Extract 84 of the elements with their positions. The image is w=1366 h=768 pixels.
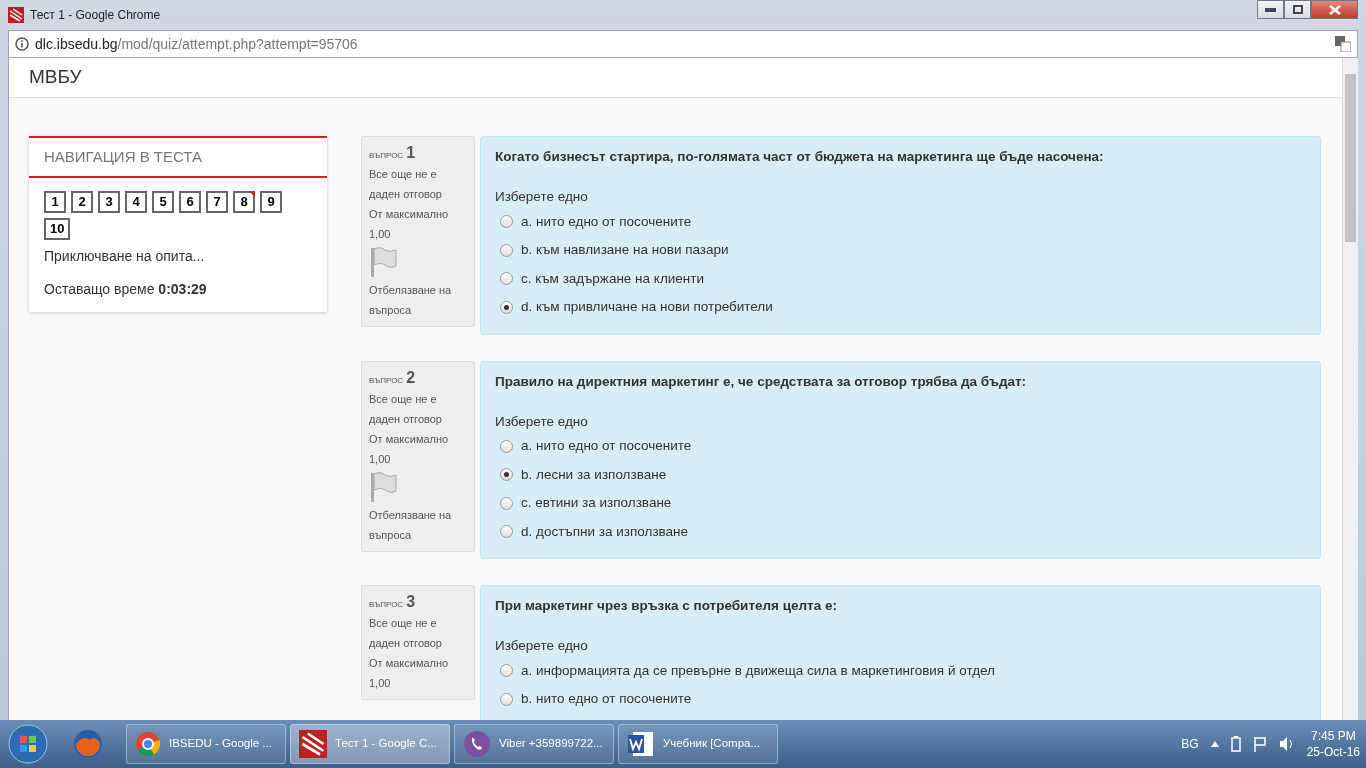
question-number-button[interactable]: 2	[71, 190, 93, 213]
question-number-button[interactable]: 7	[206, 190, 228, 213]
taskbar-label: IBSEDU - Google ...	[169, 736, 272, 752]
max-grade-value: 1,00	[369, 676, 392, 691]
question-number-button[interactable]: 10	[44, 217, 71, 240]
site-title[interactable]: МВБУ	[29, 63, 82, 92]
maximize-icon	[1292, 5, 1303, 14]
chrome-icon	[135, 731, 161, 757]
scrollbar[interactable]	[1342, 58, 1358, 720]
answer-option[interactable]: a. информацията да се превърне в движеща сила в маркетинговия й отдел	[521, 660, 995, 681]
answer-prompt: Изберете едно	[495, 412, 589, 431]
question-number-button[interactable]: 8	[233, 190, 255, 213]
language-indicator[interactable]: BG	[1181, 735, 1199, 753]
radio-button[interactable]	[500, 243, 513, 257]
radio-button[interactable]	[500, 525, 513, 539]
answer-option[interactable]: b. лесни за използване	[521, 464, 667, 485]
max-grade-value: 1,00	[369, 451, 392, 467]
max-grade-label: От максимално	[369, 431, 450, 447]
question-status: Все още не е даден отговор	[369, 616, 443, 651]
question-status: Все още не е даден отговор	[369, 167, 443, 202]
maximize-button[interactable]	[1284, 0, 1311, 19]
question-number: въпрос 3	[369, 592, 417, 612]
question-text: Правило на директния маркетинг е, че средствата за отговор трябва да бъдат:	[495, 372, 1028, 391]
answer-option[interactable]: a. нито едно от посочените	[521, 436, 692, 457]
radio-button[interactable]	[500, 468, 513, 482]
close-icon	[1328, 4, 1341, 15]
taskbar-button[interactable]: IBSEDU - Google ...	[126, 724, 286, 764]
time-left: Оставащо време 0:03:29	[44, 279, 208, 299]
answer-prompt: Изберете едно	[495, 188, 589, 207]
flag-question-link[interactable]: Отбелязване на въпроса	[369, 280, 467, 320]
max-grade-label: От максимално	[369, 656, 450, 671]
show-hidden-icon[interactable]	[1210, 741, 1219, 747]
question-number-button[interactable]: 5	[152, 190, 174, 213]
radio-button[interactable]	[500, 272, 513, 286]
question-text: При маркетинг чрез връзка с потребителя целта е:	[495, 597, 838, 615]
start-button[interactable]	[6, 722, 50, 766]
question-status: Все още не е даден отговор	[369, 391, 443, 427]
battery-icon[interactable]	[1230, 736, 1241, 752]
answer-option[interactable]: c. към задържане на клиенти	[521, 268, 704, 289]
answer-option[interactable]: d. към привличане на нови потребители	[521, 297, 773, 318]
question-text: Когато бизнесът стартира, по-голямата част от бюджета на маркетинга ще бъде насочена:	[495, 148, 1105, 166]
flag-icon[interactable]	[1252, 736, 1267, 752]
radio-button[interactable]	[500, 692, 513, 706]
panel-title: НАВИГАЦИЯ В ТЕСТА	[29, 138, 327, 178]
answer-option[interactable]: d. достъпни за използване	[521, 521, 689, 542]
speaker-icon[interactable]	[1278, 736, 1295, 752]
radio-button[interactable]	[500, 300, 513, 314]
info-icon[interactable]	[15, 37, 29, 51]
max-grade-value: 1,00	[369, 227, 392, 242]
question-number-button[interactable]: 6	[179, 190, 201, 213]
question-number-button[interactable]: 1	[44, 190, 66, 213]
close-button[interactable]	[1311, 0, 1358, 19]
word-icon	[627, 730, 655, 758]
radio-button[interactable]	[500, 439, 513, 453]
radio-button[interactable]	[500, 496, 513, 510]
translate-icon[interactable]	[1335, 36, 1351, 52]
taskbar-label: Учебник [Compa...	[663, 736, 760, 752]
app-icon	[299, 730, 327, 758]
viber-icon	[463, 730, 491, 758]
question-number-button[interactable]: 9	[260, 190, 282, 213]
url-field[interactable]: dlc.ibsedu.bg/mod/quiz/attempt.php?attempt=95706	[35, 33, 358, 55]
question-number-button[interactable]: 4	[125, 190, 147, 213]
answer-prompt: Изберете едно	[495, 637, 589, 656]
minimize-icon	[1265, 7, 1276, 12]
question-number: въпрос 1	[369, 143, 417, 163]
question-number: въпрос 2	[369, 367, 417, 388]
finish-attempt-link[interactable]: Приключване на опита...	[44, 245, 312, 267]
minimize-button[interactable]	[1257, 0, 1284, 19]
radio-button[interactable]	[500, 664, 513, 678]
app-icon	[8, 7, 24, 23]
max-grade-label: От максимално	[369, 207, 450, 222]
taskbar-label: Тест 1 - Google C...	[335, 736, 437, 752]
answer-option[interactable]: b. към навлизане на нови пазари	[521, 240, 729, 261]
answer-option[interactable]: a. нито едно от посочените	[521, 211, 692, 232]
question-number-button[interactable]: 3	[98, 190, 120, 213]
answer-option[interactable]: b. нито едно от посочените	[521, 689, 692, 710]
taskbar-button[interactable]: Viber +359899722...	[454, 724, 614, 764]
window-title: Тест 1 - Google Chrome	[30, 7, 161, 24]
radio-button[interactable]	[500, 215, 513, 229]
flag-question-link[interactable]: Отбелязване на въпроса	[369, 504, 467, 545]
clock[interactable]: 7:45 PM 25-Oct-16	[1306, 728, 1360, 760]
taskbar-button[interactable]: Учебник [Compa...	[618, 724, 778, 764]
answer-option[interactable]: c. евтини за използване	[521, 493, 672, 514]
taskbar-label: Viber +359899722...	[499, 736, 603, 752]
